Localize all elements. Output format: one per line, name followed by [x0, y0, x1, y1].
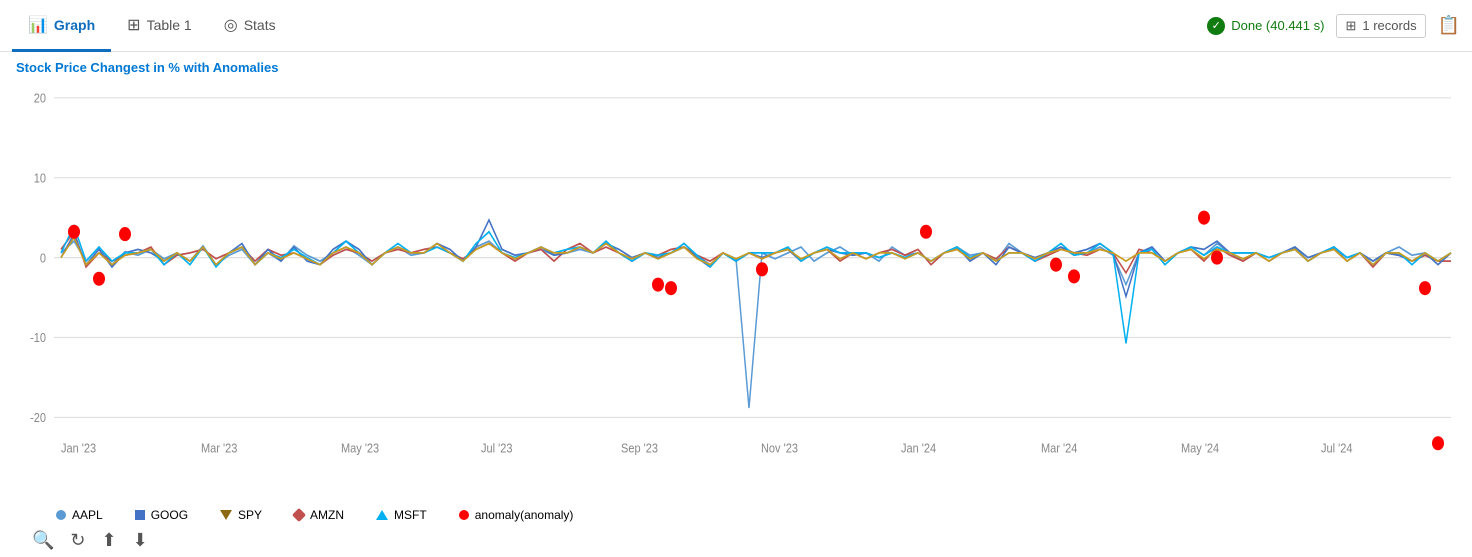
stats-icon: ◎ — [224, 15, 238, 35]
svg-text:Sep '23: Sep '23 — [621, 441, 658, 456]
export-button[interactable]: ⬆ — [102, 530, 117, 551]
top-right-area: ✓ Done (40.441 s) ⊞ 1 records 📋 — [1207, 14, 1460, 38]
svg-text:May '23: May '23 — [341, 441, 379, 456]
anomaly-dot-7 — [920, 225, 932, 239]
svg-text:Jan '23: Jan '23 — [61, 441, 96, 456]
top-bar: 📊 Graph ⊞ Table 1 ◎ Stats ✓ Done (40.441… — [0, 0, 1472, 52]
done-badge: ✓ Done (40.441 s) — [1207, 17, 1324, 35]
anomaly-dot-4 — [652, 278, 664, 292]
records-label: 1 records — [1362, 18, 1416, 33]
records-icon: ⊞ — [1345, 18, 1356, 34]
chart-container: Stock Price Changest in % with Anomalies… — [0, 52, 1472, 557]
svg-text:Jul '23: Jul '23 — [481, 441, 513, 456]
amzn-label: AMZN — [310, 508, 344, 522]
legend-spy: SPY — [220, 508, 262, 522]
aapl-label: AAPL — [72, 508, 103, 522]
anomaly-dot-13 — [1432, 436, 1444, 450]
clipboard-button[interactable]: 📋 — [1438, 15, 1460, 36]
msft-label: MSFT — [394, 508, 427, 522]
anomaly-label: anomaly(anomaly) — [475, 508, 574, 522]
svg-text:Mar '24: Mar '24 — [1041, 441, 1078, 456]
anomaly-dot-10 — [1198, 211, 1210, 225]
done-icon: ✓ — [1207, 17, 1225, 35]
legend-aapl: AAPL — [56, 508, 103, 522]
svg-text:Mar '23: Mar '23 — [201, 441, 238, 456]
spy-triangle — [220, 510, 232, 520]
toolbar: 🔍 ↻ ⬆ ⬇ — [16, 526, 1456, 557]
svg-text:Jul '24: Jul '24 — [1321, 441, 1353, 456]
anomaly-dot-3 — [119, 227, 131, 241]
anomaly-dot-1 — [68, 225, 80, 239]
tab-table1[interactable]: ⊞ Table 1 — [111, 1, 208, 52]
svg-text:20: 20 — [34, 91, 47, 106]
main-chart-svg: 20 10 0 -10 -20 Jan '23 Mar '23 May '23 … — [16, 79, 1456, 502]
legend-anomaly: anomaly(anomaly) — [459, 508, 574, 522]
chart-area: 20 10 0 -10 -20 Jan '23 Mar '23 May '23 … — [16, 79, 1456, 502]
svg-text:-10: -10 — [30, 330, 46, 345]
legend-area: AAPL GOOG SPY AMZN MSFT anomaly(anomaly) — [16, 502, 1456, 526]
anomaly-dot-8 — [1050, 258, 1062, 272]
legend-goog: GOOG — [135, 508, 188, 522]
anomaly-dot-6 — [756, 262, 768, 276]
anomaly-dot-legend — [459, 510, 469, 520]
spy-label: SPY — [238, 508, 262, 522]
aapl-line — [61, 241, 1451, 408]
svg-text:0: 0 — [40, 250, 46, 265]
aapl-dot — [56, 510, 66, 520]
anomaly-dot-5 — [665, 281, 677, 295]
anomaly-dot-12 — [1419, 281, 1431, 295]
tab-stats[interactable]: ◎ Stats — [208, 1, 292, 52]
table-icon: ⊞ — [127, 15, 140, 35]
svg-text:May '24: May '24 — [1181, 441, 1219, 456]
tab-graph-label: Graph — [54, 17, 95, 33]
graph-icon: 📊 — [28, 15, 48, 35]
goog-label: GOOG — [151, 508, 188, 522]
svg-text:Jan '24: Jan '24 — [901, 441, 936, 456]
tab-graph[interactable]: 📊 Graph — [12, 1, 111, 52]
refresh-button[interactable]: ↻ — [70, 530, 85, 551]
svg-text:-20: -20 — [30, 410, 46, 425]
svg-text:10: 10 — [34, 171, 47, 186]
tab-stats-label: Stats — [244, 17, 276, 33]
records-badge: ⊞ 1 records — [1336, 14, 1425, 38]
chart-title: Stock Price Changest in % with Anomalies — [16, 60, 1456, 75]
search-button[interactable]: 🔍 — [32, 530, 54, 551]
svg-text:Nov '23: Nov '23 — [761, 441, 798, 456]
anomaly-dot-2 — [93, 272, 105, 286]
legend-msft: MSFT — [376, 508, 427, 522]
anomaly-dot-11 — [1211, 251, 1223, 265]
amzn-dot — [292, 508, 306, 522]
tab-table1-label: Table 1 — [147, 17, 192, 33]
anomaly-dot-9 — [1068, 269, 1080, 283]
goog-square — [135, 510, 145, 520]
msft-triangle — [376, 510, 388, 520]
download-button[interactable]: ⬇ — [133, 530, 148, 551]
legend-amzn: AMZN — [294, 508, 344, 522]
done-label: Done (40.441 s) — [1231, 18, 1324, 33]
